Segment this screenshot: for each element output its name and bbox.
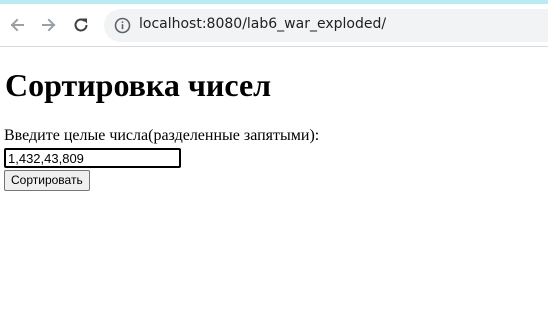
sort-button[interactable]: Сортировать: [4, 170, 90, 191]
arrow-right-icon: [42, 18, 56, 32]
address-bar[interactable]: localhost:8080/lab6_war_exploded/: [104, 9, 548, 42]
numbers-input[interactable]: [4, 148, 181, 168]
url-text[interactable]: localhost:8080/lab6_war_exploded/: [139, 16, 386, 32]
browser-window: localhost:8080/lab6_war_exploded/ Сортир…: [0, 0, 548, 335]
back-button[interactable]: [5, 13, 29, 37]
info-icon[interactable]: [114, 17, 131, 34]
reload-icon: [74, 18, 88, 32]
arrow-left-icon: [10, 18, 24, 32]
page-title: Сортировка чисел: [5, 67, 272, 103]
numbers-input-label: Введите целые числа(разделенные запятыми…: [4, 127, 320, 144]
forward-button[interactable]: [37, 13, 61, 37]
browser-toolbar: localhost:8080/lab6_war_exploded/: [0, 4, 548, 47]
page-content: Сортировка чисел Введите целые числа(раз…: [0, 47, 548, 335]
reload-button[interactable]: [69, 13, 93, 37]
